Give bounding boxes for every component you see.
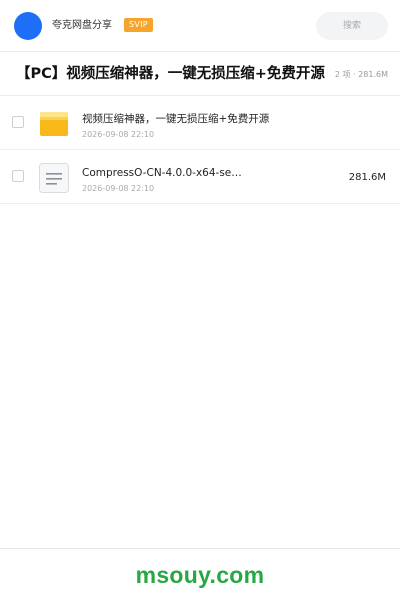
file-date: 2026-09-08 22:10: [82, 184, 155, 193]
footer-bar: msouy.com: [0, 548, 400, 600]
file-date: 2026-09-08 22:10: [82, 130, 155, 139]
folder-icon: [40, 112, 68, 136]
file-row-installer[interactable]: CompressO-CN-4.0.0-x64-se… 2026-09-08 22…: [0, 150, 400, 204]
row-checkbox[interactable]: [12, 170, 24, 182]
file-name[interactable]: CompressO-CN-4.0.0-x64-se…: [82, 166, 242, 180]
share-title-row: 【PC】视频压缩神器，一键无损压缩+免费开源 2 项 · 281.6M: [0, 52, 400, 96]
watermark-text: msouy.com: [135, 562, 265, 588]
row-checkbox[interactable]: [12, 116, 24, 128]
file-summary: 2 项 · 281.6M: [334, 70, 388, 79]
brand-name: 夸克网盘分享: [52, 20, 112, 31]
svip-badge: SVIP: [124, 18, 153, 32]
file-size: 281.6M: [348, 172, 386, 183]
avatar[interactable]: [14, 12, 42, 40]
file-icon: [39, 163, 69, 193]
file-row-folder[interactable]: 视频压缩神器，一键无损压缩+免费开源 2026-09-08 22:10: [0, 96, 400, 150]
page-title: 【PC】视频压缩神器，一键无损压缩+免费开源: [16, 66, 325, 82]
file-name[interactable]: 视频压缩神器，一键无损压缩+免费开源: [82, 112, 269, 126]
header-bar: 夸克网盘分享 SVIP 搜索: [0, 0, 400, 52]
search-button[interactable]: 搜索: [316, 12, 388, 40]
